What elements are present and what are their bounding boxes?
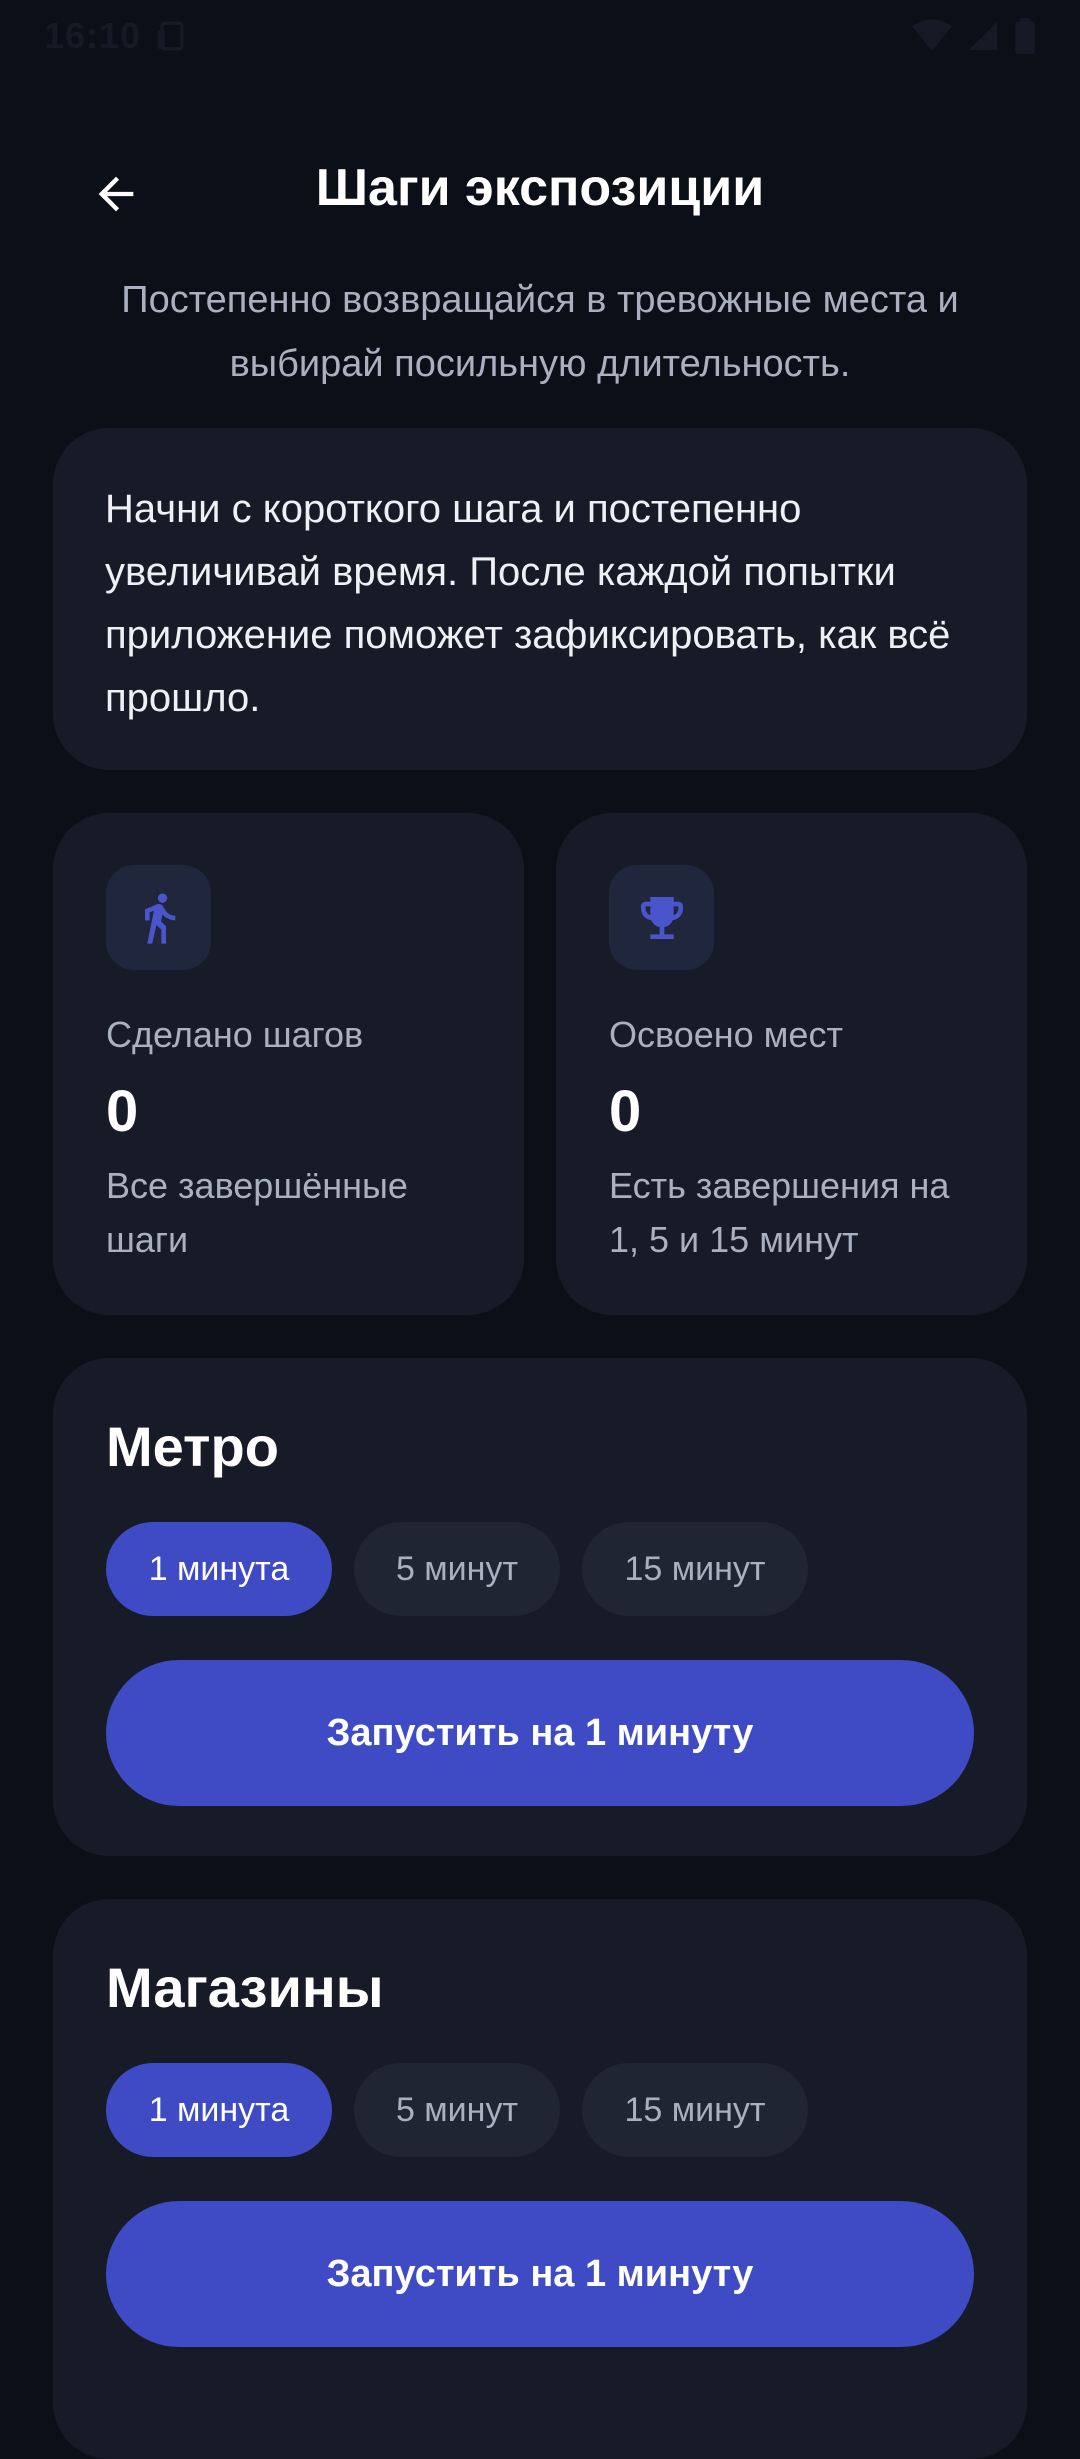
app-bar: Шаги экспозиции: [0, 140, 1080, 240]
stat-value: 0: [609, 1079, 642, 1144]
signal-icon: [966, 19, 1000, 53]
info-text: Начни с короткого шага и постепенно увел…: [105, 487, 951, 720]
trophy-icon: [640, 896, 683, 939]
screenshot-notification-icon: [155, 19, 189, 53]
page-subtitle: Постепенно возвращайся в тревожные места…: [121, 279, 959, 385]
start-button[interactable]: Запустить на 1 минуту: [106, 1660, 974, 1806]
place-card-metro: Метро 1 минута 5 минут 15 минут Запустит…: [53, 1358, 1027, 1856]
place-card-shops: Магазины 1 минута 5 минут 15 минут Запус…: [53, 1899, 1027, 2459]
chip-15-minutes[interactable]: 15 минут: [582, 1522, 808, 1616]
status-right: [912, 18, 1036, 54]
stat-card-places: Освоено мест 0 Есть завершения на 1, 5 и…: [556, 813, 1027, 1315]
stat-card-steps: Сделано шагов 0 Все завершённые шаги: [53, 813, 524, 1315]
stat-icon-container: [106, 865, 211, 970]
stat-label: Сделано шагов: [106, 1014, 364, 1055]
start-button[interactable]: Запустить на 1 минуту: [106, 2201, 974, 2347]
place-title: Метро: [106, 1415, 279, 1478]
duration-chips: 1 минута 5 минут 15 минут: [106, 1522, 974, 1616]
status-left: 16:10: [44, 15, 189, 57]
info-card: Начни с короткого шага и постепенно увел…: [53, 428, 1027, 770]
wifi-icon: [912, 19, 952, 53]
chip-5-minutes[interactable]: 5 минут: [354, 2063, 560, 2157]
chip-1-minute[interactable]: 1 минута: [106, 2063, 332, 2157]
chip-15-minutes[interactable]: 15 минут: [582, 2063, 808, 2157]
stat-value: 0: [106, 1079, 139, 1144]
stat-icon-container: [609, 865, 714, 970]
chip-1-minute[interactable]: 1 минута: [106, 1522, 332, 1616]
stat-label: Освоено мест: [609, 1014, 843, 1055]
duration-chips: 1 минута 5 минут 15 минут: [106, 2063, 974, 2157]
status-time: 16:10: [44, 15, 142, 56]
battery-icon: [1014, 18, 1036, 54]
stat-description: Все завершённые шаги: [106, 1165, 408, 1260]
page-title: Шаги экспозиции: [315, 159, 765, 217]
status-bar: 16:10: [0, 0, 1080, 72]
chip-5-minutes[interactable]: 5 минут: [354, 1522, 560, 1616]
stat-description: Есть завершения на 1, 5 и 15 минут: [609, 1165, 950, 1260]
place-title: Магазины: [106, 1956, 384, 2019]
walking-person-icon: [144, 893, 175, 944]
